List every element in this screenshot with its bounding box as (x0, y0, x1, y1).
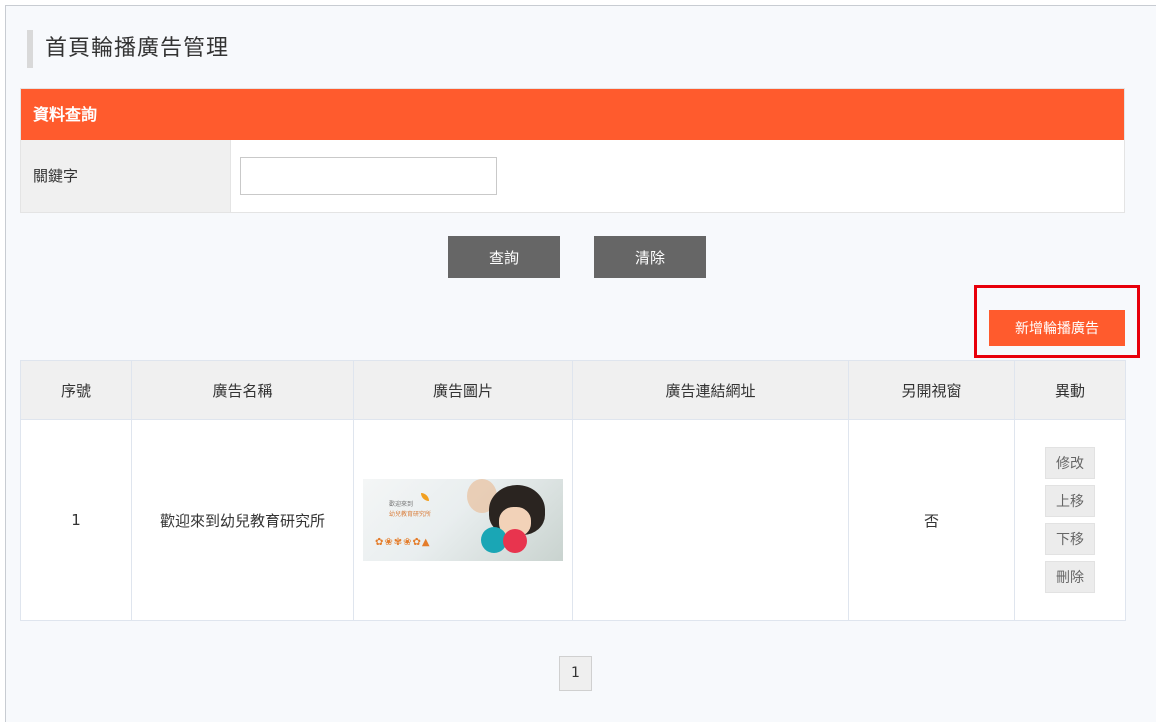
cell-url (572, 419, 849, 621)
table-row: 1 歡迎來到幼兒教育研究所 歡迎來到 幼兒教育研究所 ✿❀✾❀✿▲ 否 修改 上… (20, 419, 1126, 621)
keyword-label: 關鍵字 (21, 140, 231, 212)
keyword-row: 關鍵字 (21, 140, 1124, 212)
table-header-row: 序號 廣告名稱 廣告圖片 廣告連結網址 另開視窗 異動 (20, 360, 1126, 420)
thumbnail-red-ball (503, 529, 527, 553)
col-header-image: 廣告圖片 (353, 360, 573, 420)
col-header-name: 廣告名稱 (131, 360, 354, 420)
add-carousel-ad-button[interactable]: 新增輪播廣告 (989, 310, 1125, 346)
cell-new-window: 否 (848, 419, 1015, 621)
edit-button[interactable]: 修改 (1045, 447, 1095, 479)
query-panel-header: 資料查詢 (21, 89, 1124, 140)
delete-button[interactable]: 刪除 (1045, 561, 1095, 593)
ads-table: 序號 廣告名稱 廣告圖片 廣告連結網址 另開視窗 異動 1 歡迎來到幼兒教育研究… (20, 360, 1126, 621)
cell-actions: 修改 上移 下移 刪除 (1014, 419, 1126, 621)
query-panel: 資料查詢 關鍵字 (20, 88, 1125, 213)
thumbnail-decorative-icons: ✿❀✾❀✿▲ (375, 537, 431, 548)
col-header-actions: 異動 (1014, 360, 1126, 420)
pagination-page-1[interactable]: 1 (559, 656, 592, 691)
ad-thumbnail-image: 歡迎來到 幼兒教育研究所 ✿❀✾❀✿▲ (363, 479, 563, 561)
cell-index: 1 (20, 419, 132, 621)
thumbnail-text-line1: 歡迎來到 (389, 501, 414, 508)
keyword-input[interactable] (240, 157, 497, 195)
keyword-cell (231, 140, 1124, 212)
clear-button[interactable]: 清除 (594, 236, 706, 278)
move-up-button[interactable]: 上移 (1045, 485, 1095, 517)
cell-name: 歡迎來到幼兒教育研究所 (131, 419, 354, 621)
move-down-button[interactable]: 下移 (1045, 523, 1095, 555)
search-button[interactable]: 查詢 (448, 236, 560, 278)
page-title: 首頁輪播廣告管理 (27, 30, 229, 68)
col-header-url: 廣告連結網址 (572, 360, 849, 420)
thumbnail-logo-leaf-icon (421, 493, 429, 501)
col-header-new-window: 另開視窗 (848, 360, 1015, 420)
col-header-index: 序號 (20, 360, 132, 420)
cell-image: 歡迎來到 幼兒教育研究所 ✿❀✾❀✿▲ (353, 419, 573, 621)
thumbnail-text-line2: 幼兒教育研究所 (389, 511, 432, 518)
